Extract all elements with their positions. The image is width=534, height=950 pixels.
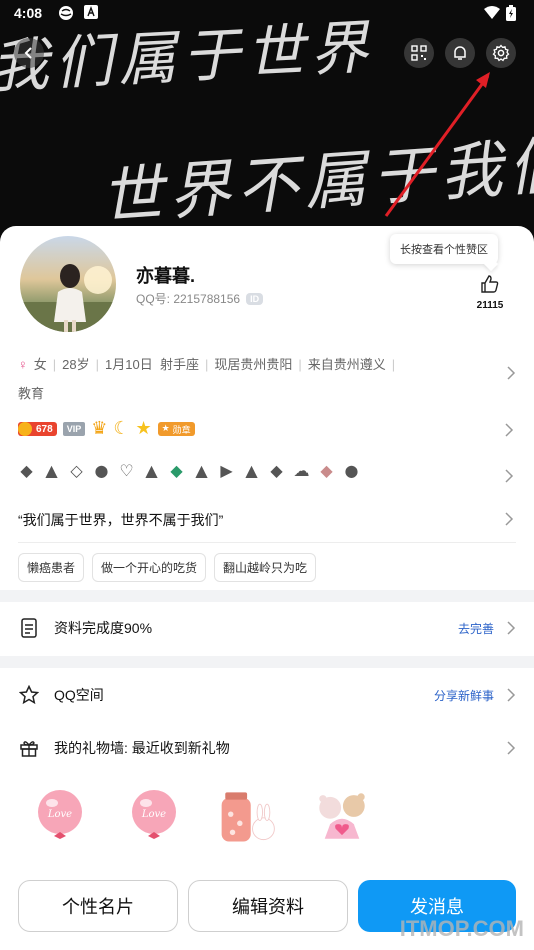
- mountain-medal-icon: ▲: [145, 461, 158, 480]
- love-balloon-gift[interactable]: Love: [30, 786, 90, 846]
- wing-medal-icon: ●: [344, 461, 359, 480]
- green-diamond-icon: ◆: [170, 461, 183, 480]
- qq-number-row: QQ号: 2215788156 ID: [136, 290, 264, 307]
- section-divider: [0, 656, 534, 668]
- bears-heart-gift[interactable]: [312, 786, 372, 846]
- tag[interactable]: 懒癌患者: [18, 553, 85, 582]
- level-badge: 678: [18, 422, 57, 436]
- penguin-medal-icon: ◆: [20, 461, 33, 480]
- id-badge[interactable]: ID: [246, 292, 264, 305]
- app-notification-icon: [84, 5, 98, 22]
- profile-details-row[interactable]: ♀ 女 | 28岁 | 1月10日 射手座 | 现居贵州贵阳 | 来自贵州遵义 | 教育: [18, 354, 516, 402]
- occupation: 教育: [18, 386, 45, 401]
- bell-icon: [454, 46, 466, 60]
- diamond-medal-icon: ◆: [270, 461, 283, 480]
- chevron-right-icon: [504, 468, 534, 487]
- tag[interactable]: 做一个开心的吃货: [92, 553, 207, 582]
- chevron-right-icon: [504, 422, 534, 441]
- gift-love-text: Love: [47, 809, 72, 820]
- diamond-medal-icon: ◇: [70, 461, 83, 480]
- current-location: 现居贵州贵阳: [214, 357, 293, 372]
- like-count: 21115: [476, 300, 504, 311]
- gear-icon: [492, 44, 510, 62]
- chevron-right-icon: [506, 741, 516, 758]
- gift-wall-row[interactable]: 我的礼物墙: 最近收到新礼物: [18, 728, 516, 768]
- star-icon: ★: [135, 418, 152, 439]
- play-medal-icon: ▶: [220, 461, 233, 480]
- qr-code-button[interactable]: [404, 38, 434, 68]
- signature[interactable]: “我们属于世界，世界不属于我们”: [18, 510, 223, 530]
- chevron-right-icon: [506, 688, 516, 705]
- status-bar: 4:08: [0, 0, 534, 26]
- settings-button[interactable]: [486, 38, 516, 68]
- thumbs-up-icon: [481, 275, 499, 293]
- vip-badge: VIP: [62, 422, 86, 436]
- birthday: 1月10日: [105, 357, 153, 372]
- female-icon: ♀: [18, 357, 28, 372]
- cover-photo[interactable]: 我们属于世界 世界不属于我们 4:08: [0, 0, 534, 260]
- gift-wall-label: 我的礼物墙: 最近收到新礼物: [54, 740, 230, 756]
- badge-row[interactable]: 678 VIP ♛ ☾ ★ ★ 勋章: [18, 420, 195, 438]
- hometown: 来自贵州遵义: [307, 357, 386, 372]
- star-outline-icon: [18, 684, 40, 706]
- profile-completion-row[interactable]: 资料完成度90% 去完善: [18, 608, 516, 648]
- qr-code-icon: [411, 45, 427, 61]
- profile-card-button[interactable]: 个性名片: [18, 880, 178, 932]
- annotation-arrow: [384, 72, 490, 217]
- qq-number[interactable]: QQ号: 2215788156: [136, 290, 240, 307]
- interest-tags: 懒癌患者 做一个开心的吃货 翻山越岭只为吃: [18, 553, 317, 582]
- pink-diamond-icon: ◆: [320, 461, 333, 480]
- medal-icons-row[interactable]: ◆ ▲ ◇ ● ♡ ▲ ◆ ▲ ▶ ▲ ◆ ☁ ◆ ●: [16, 460, 362, 481]
- chevron-left-icon: [24, 47, 32, 59]
- mountain-medal-icon: ▲: [195, 461, 208, 480]
- moon-icon: ☾: [113, 418, 130, 439]
- avatar-photo: [20, 264, 116, 332]
- watermark: ITMOP.COM: [399, 916, 524, 941]
- love-balloon-gift[interactable]: Love: [124, 786, 184, 846]
- tag[interactable]: 翻山越岭只为吃: [214, 553, 317, 582]
- penguin-medal-icon: ●: [94, 461, 109, 480]
- share-news-link[interactable]: 分享新鲜事: [434, 687, 494, 704]
- wifi-icon: [484, 5, 500, 22]
- document-icon: [18, 617, 40, 639]
- chevron-right-icon: [506, 621, 516, 638]
- sun-icon: [18, 422, 32, 436]
- gift-icon: [18, 737, 40, 759]
- complete-profile-link[interactable]: 去完善: [458, 620, 494, 637]
- profile-completion-label: 资料完成度90%: [54, 620, 153, 636]
- jar-bunny-gift[interactable]: [218, 786, 278, 846]
- avatar[interactable]: [18, 234, 118, 334]
- age: 28岁: [62, 357, 90, 372]
- zodiac: 射手座: [159, 357, 199, 372]
- back-button[interactable]: [14, 38, 44, 68]
- gift-love-text: Love: [141, 809, 166, 820]
- like-button[interactable]: 21115: [470, 274, 510, 311]
- profile-name: 亦暮暮.: [136, 266, 196, 286]
- cloud-medal-icon: ☁: [293, 461, 310, 480]
- status-time: 4:08: [14, 5, 43, 21]
- crown-icon: ♛: [91, 418, 108, 439]
- like-tooltip: 长按查看个性赞区: [390, 234, 498, 264]
- qzone-label: QQ空间: [54, 687, 104, 703]
- section-divider: [0, 590, 534, 602]
- gift-list: Love Love: [30, 786, 372, 846]
- globe-icon: [58, 5, 74, 24]
- chevron-right-icon: [504, 511, 534, 530]
- honor-badge: ★ 勋章: [157, 422, 195, 436]
- qzone-row[interactable]: QQ空间 分享新鲜事: [18, 675, 516, 715]
- battery-icon: [506, 5, 516, 24]
- edit-profile-button[interactable]: 编辑资料: [188, 880, 348, 932]
- heart-medal-icon: ♡: [119, 461, 134, 480]
- penguin-medal-icon: ▲: [45, 461, 58, 480]
- divider: [18, 542, 516, 543]
- notification-button[interactable]: [445, 38, 475, 68]
- gender: 女: [33, 357, 47, 372]
- chevron-right-icon: [506, 366, 516, 383]
- penguin-medal-icon: ▲: [245, 461, 258, 480]
- profile-card: 亦暮暮. QQ号: 2215788156 ID 长按查看个性赞区 21115 ♀…: [0, 226, 534, 950]
